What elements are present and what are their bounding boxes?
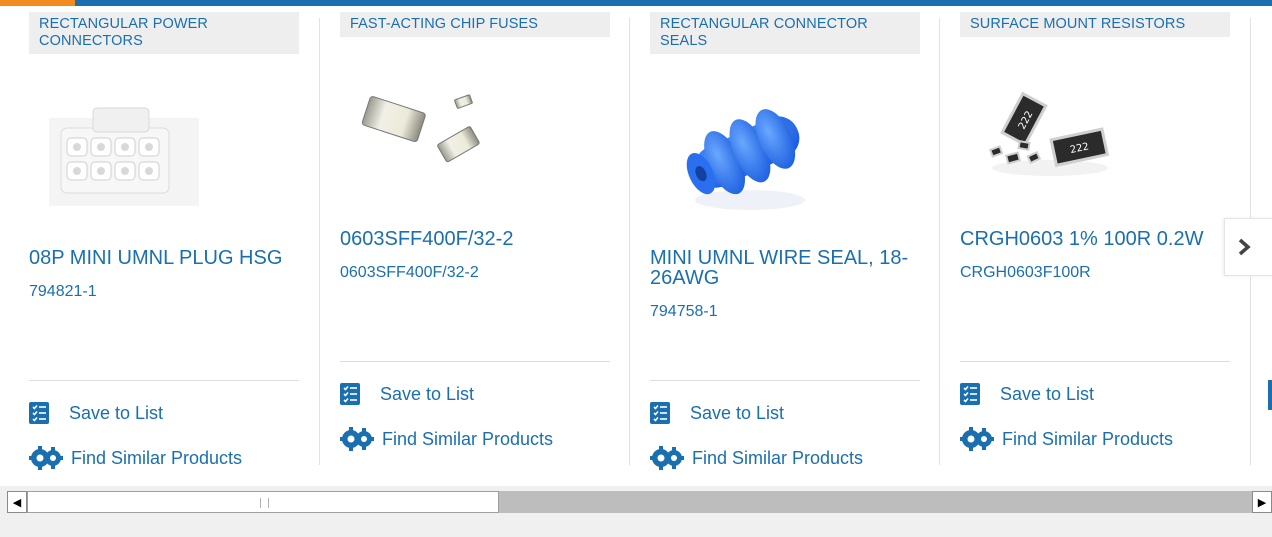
card-divider: [939, 18, 940, 465]
product-category[interactable]: RECTANGULAR CONNECTOR SEALS: [650, 12, 920, 54]
chevron-right-icon: [1238, 238, 1251, 256]
save-to-list-label: Save to List: [690, 402, 785, 423]
product-image[interactable]: 222 222: [985, 86, 1110, 181]
arrow-left-icon: ◀: [12, 496, 22, 509]
scroll-right-button[interactable]: ▶: [1252, 491, 1272, 513]
card-separator: [960, 361, 1230, 362]
product-image[interactable]: [680, 92, 810, 212]
card-separator: [650, 380, 920, 381]
gears-icon: [960, 427, 994, 451]
find-similar-products-button[interactable]: Find Similar Products: [650, 446, 863, 470]
save-to-list-button[interactable]: Save to List: [29, 402, 163, 424]
next-card-partial: [1268, 380, 1272, 410]
find-similar-products-button[interactable]: Find Similar Products: [340, 427, 553, 451]
product-image[interactable]: [39, 98, 199, 206]
horizontal-scrollbar[interactable]: ◀ ▶: [7, 491, 1272, 513]
list-checklist-icon: [960, 383, 980, 405]
find-similar-products-button[interactable]: Find Similar Products: [960, 427, 1173, 451]
save-to-list-label: Save to List: [69, 402, 164, 423]
find-similar-label: Find Similar Products: [382, 428, 554, 449]
card-separator: [29, 380, 299, 381]
product-part-number[interactable]: 794821-1: [29, 283, 97, 301]
save-to-list-label: Save to List: [1000, 383, 1095, 404]
product-card: SURFACE MOUNT RESISTORS 222 222 CRGH0603…: [960, 6, 1230, 476]
scrollbar-thumb[interactable]: [27, 491, 499, 513]
card-separator: [340, 361, 610, 362]
scrollbar-track[interactable]: [27, 491, 1252, 513]
product-category[interactable]: RECTANGULAR POWER CONNECTORS: [29, 12, 299, 54]
product-title[interactable]: CRGH0603 1% 100R 0.2W: [960, 229, 1240, 249]
product-category[interactable]: FAST-ACTING CHIP FUSES: [340, 12, 610, 37]
product-card: RECTANGULAR CONNECTOR SEALS MINI UMNL WI…: [650, 6, 920, 476]
find-similar-label: Find Similar Products: [692, 447, 864, 468]
card-divider: [319, 18, 320, 465]
product-card: FAST-ACTING CHIP FUSES 0603SFF400F/32-2 …: [340, 6, 610, 476]
product-image[interactable]: [360, 91, 490, 171]
save-to-list-button[interactable]: Save to List: [340, 383, 474, 405]
gears-icon: [29, 446, 63, 470]
carousel-next-button[interactable]: [1224, 218, 1272, 276]
scrollbar-grip: [260, 498, 269, 508]
list-checklist-icon: [340, 383, 360, 405]
product-category[interactable]: SURFACE MOUNT RESISTORS: [960, 12, 1230, 37]
arrow-right-icon: ▶: [1257, 496, 1267, 509]
save-to-list-button[interactable]: Save to List: [650, 402, 784, 424]
product-title[interactable]: 08P MINI UMNL PLUG HSG: [29, 248, 309, 268]
find-similar-label: Find Similar Products: [1002, 428, 1174, 449]
list-checklist-icon: [29, 402, 49, 424]
product-part-number[interactable]: 0603SFF400F/32-2: [340, 264, 479, 282]
card-divider: [629, 18, 630, 465]
list-checklist-icon: [650, 402, 670, 424]
product-part-number[interactable]: CRGH0603F100R: [960, 264, 1091, 282]
save-to-list-label: Save to List: [380, 383, 475, 404]
gears-icon: [650, 446, 684, 470]
find-similar-products-button[interactable]: Find Similar Products: [29, 446, 242, 470]
save-to-list-button[interactable]: Save to List: [960, 383, 1094, 405]
product-part-number[interactable]: 794758-1: [650, 303, 718, 321]
scroll-left-button[interactable]: ◀: [7, 491, 27, 513]
product-title[interactable]: MINI UMNL WIRE SEAL, 18-26AWG: [650, 248, 920, 288]
product-title[interactable]: 0603SFF400F/32-2: [340, 229, 620, 249]
product-card: RECTANGULAR POWER CONNECTORS 08P MINI UM…: [29, 6, 299, 476]
gears-icon: [340, 427, 374, 451]
find-similar-label: Find Similar Products: [71, 447, 243, 468]
